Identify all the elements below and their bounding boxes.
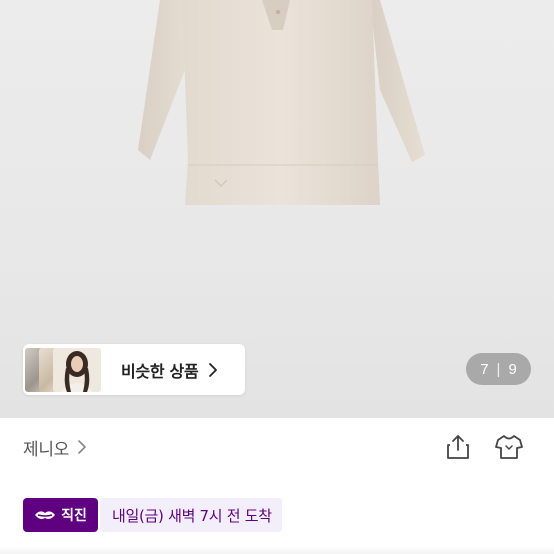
clothes-hanger-icon[interactable] — [494, 433, 524, 461]
delivery-eta: 내일(금) 새벽 7시 전 도착 — [100, 498, 282, 532]
brand-link[interactable]: 제니오 — [23, 435, 69, 460]
divider — [0, 546, 554, 554]
lips-logo-icon — [35, 511, 56, 519]
similar-thumbnail — [53, 348, 101, 392]
share-icon[interactable] — [445, 433, 471, 461]
similar-products-button[interactable]: 비슷한 상품 — [23, 344, 245, 395]
image-counter-separator: | — [496, 360, 501, 378]
similar-products-label: 비슷한 상품 — [121, 361, 199, 381]
direct-delivery-badge-label: 직진 — [61, 508, 87, 524]
delivery-info: 직진 내일(금) 새벽 7시 전 도착 — [23, 498, 282, 532]
image-counter-total: 9 — [508, 360, 517, 378]
product-image-gallery[interactable]: 비슷한 상품 7 | 9 — [0, 0, 554, 418]
image-counter: 7 | 9 — [466, 353, 531, 385]
similar-products-thumbnails — [25, 346, 103, 393]
brand-row: 제니오 — [0, 418, 554, 476]
chevron-right-icon — [209, 362, 218, 377]
image-counter-current: 7 — [480, 360, 489, 378]
direct-delivery-badge: 직진 — [23, 498, 98, 532]
chevron-right-icon[interactable] — [77, 439, 87, 455]
